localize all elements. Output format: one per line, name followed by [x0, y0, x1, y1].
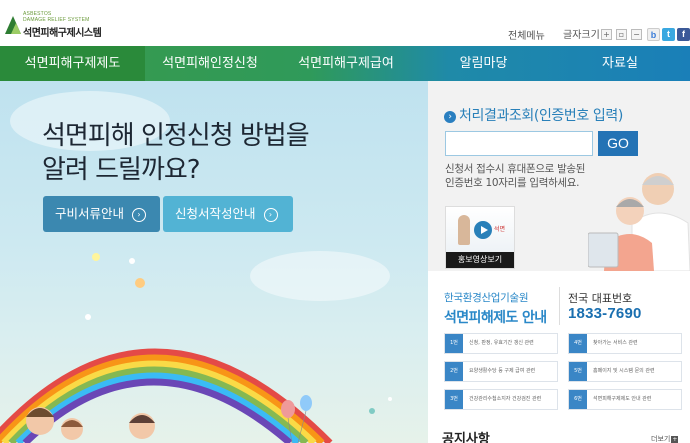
notice-title: 공지사항: [442, 432, 490, 443]
hero-banner: 석면피해 인정신청 방법을 알려 드릴까요? 구비서류안내 › 신청서작성안내 …: [0, 81, 428, 443]
promo-video-caption: 홍보영상보기: [446, 252, 514, 268]
play-icon: [474, 221, 492, 239]
hotline-label: 전국 대표번호: [568, 292, 633, 305]
blog-icon[interactable]: b: [647, 28, 660, 41]
chevron-right-icon: ›: [132, 207, 146, 222]
result-lookup-panel: › 처리결과조회(인증번호 입력) GO 신청서 접수시 휴대폰으로 발송된 인증…: [428, 81, 690, 271]
ars-number: 2번: [445, 362, 463, 381]
chevron-right-icon: ›: [263, 207, 278, 222]
form-guide-button[interactable]: 신청서작성안내 ›: [163, 196, 293, 232]
info-divider: [559, 287, 560, 325]
font-decrease-button[interactable]: −: [631, 29, 642, 40]
notice-more-label: 더보기: [651, 435, 671, 443]
institution-title: 석면피해제도 안내: [444, 310, 547, 326]
all-menu-link[interactable]: 전체메뉴: [508, 27, 545, 42]
nav-item-benefits[interactable]: 석면피해구제급여: [275, 46, 417, 81]
nav-item-resources[interactable]: 자료실: [550, 46, 690, 81]
logo-line-2: DAMAGE RELIEF SYSTEM: [23, 17, 90, 23]
font-reset-button[interactable]: ▫: [616, 29, 627, 40]
org-name: 한국환경산업기술원: [444, 292, 529, 304]
ars-option: 4번 찾아가는 서비스 관련: [568, 333, 682, 354]
facebook-icon[interactable]: f: [677, 28, 690, 41]
ars-option: 3번 건강관리수첩소지자 건강검진 관련: [444, 389, 558, 410]
elderly-couple-photo: [588, 163, 690, 271]
documents-guide-label: 구비서류안내: [55, 206, 125, 221]
hero-headline-line-2: 알려 드릴까요?: [42, 155, 201, 185]
result-lookup-title: › 처리결과조회(인증번호 입력): [444, 105, 623, 125]
ars-number: 5번: [569, 362, 587, 381]
desc-line-1: 신청서 접수시 휴대폰으로 발송된: [445, 163, 586, 175]
ars-text: 건강관리수첩소지자 건강검진 관련: [469, 396, 542, 402]
ars-text: 석면피해구제제도 안내 관련: [593, 396, 652, 402]
nav-item-relief-system[interactable]: 석면피해구제제도: [0, 46, 145, 81]
ars-number: 4번: [569, 334, 587, 353]
hero-headline: 석면피해 인정신청 방법을 알려 드릴까요?: [42, 119, 310, 187]
twitter-icon[interactable]: t: [662, 28, 675, 41]
video-logo-text: 석면: [494, 226, 506, 233]
documents-guide-button[interactable]: 구비서류안내 ›: [43, 196, 160, 232]
nav-item-notices[interactable]: 알림마당: [417, 46, 550, 81]
ars-text: 요양생활수당 등 구제 급여 관련: [469, 368, 536, 374]
info-section: 한국환경산업기술원 석면피해제도 안내 전국 대표번호 1833-7690 1번…: [428, 271, 690, 443]
form-guide-label: 신청서작성안내: [175, 206, 256, 221]
ars-number: 1번: [445, 334, 463, 353]
presenter-figure: [458, 215, 470, 245]
ars-number: 3번: [445, 390, 463, 409]
main-nav: 석면피해구제제도 석면피해인정신청 석면피해구제급여 알림마당 자료실: [0, 46, 690, 81]
notice-more-link[interactable]: 더보기 +: [651, 434, 679, 443]
desc-line-2: 인증번호 10자리를 입력하세요.: [445, 177, 580, 189]
top-bar: ASBESTOS DAMAGE RELIEF SYSTEM 석면피해구제시스템 …: [0, 0, 690, 46]
go-button[interactable]: GO: [598, 131, 638, 156]
plus-icon: +: [671, 436, 679, 443]
ars-option: 1번 신청, 판정, 유효기간 갱신 관련: [444, 333, 558, 354]
ars-option: 6번 석면피해구제제도 안내 관련: [568, 389, 682, 410]
ars-text: 신청, 판정, 유효기간 갱신 관련: [469, 340, 534, 346]
hotline-number: 1833-7690: [568, 305, 642, 322]
auth-code-input[interactable]: [445, 131, 593, 156]
logo-mark-icon: [5, 16, 21, 34]
promo-video-thumbnail[interactable]: 석면 홍보영상보기: [445, 206, 515, 269]
arrow-right-icon: ›: [444, 111, 456, 123]
hero-headline-line-1: 석면피해 인정신청 방법을: [42, 121, 310, 151]
ars-option: 2번 요양생활수당 등 구제 급여 관련: [444, 361, 558, 382]
ars-option: 5번 홈페이지 및 시스템 문의 관련: [568, 361, 682, 382]
result-lookup-title-text: 처리결과조회(인증번호 입력): [459, 108, 623, 124]
ars-number: 6번: [569, 390, 587, 409]
logo-title: 석면피해구제시스템: [23, 28, 102, 39]
font-size-label: 글자크기: [563, 30, 600, 41]
site-logo[interactable]: ASBESTOS DAMAGE RELIEF SYSTEM 석면피해구제시스템: [4, 10, 114, 39]
nav-item-application[interactable]: 석면피해인정신청: [145, 46, 275, 81]
font-increase-button[interactable]: +: [601, 29, 612, 40]
ars-text: 홈페이지 및 시스템 문의 관련: [593, 368, 655, 374]
ars-text: 찾아가는 서비스 관련: [593, 340, 638, 346]
